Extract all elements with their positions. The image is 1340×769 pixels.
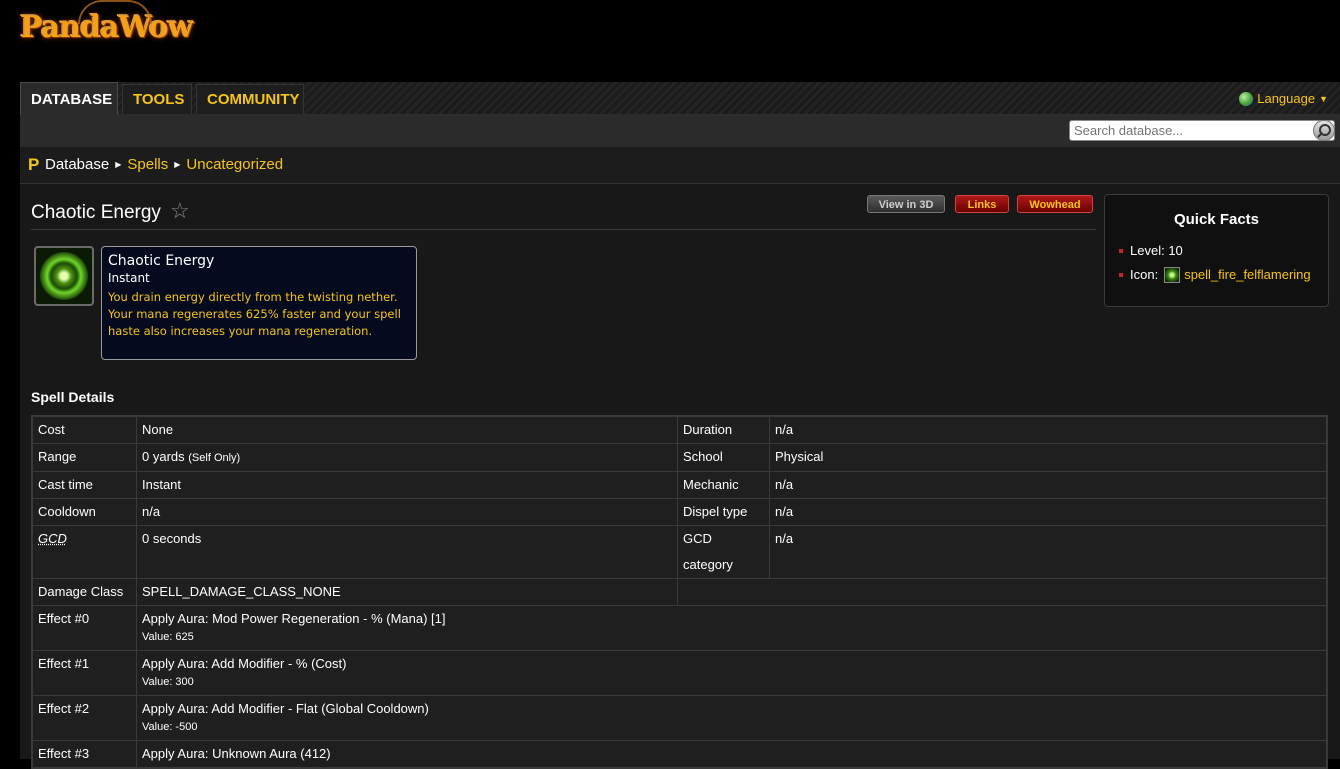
tab-database[interactable]: DATABASE	[20, 82, 118, 115]
pandawow-logo[interactable]: PandaWow	[20, 0, 193, 50]
spell-details-heading: Spell Details	[31, 389, 115, 405]
language-label: Language	[1257, 91, 1316, 106]
effect-3-label: Effect #3	[31, 740, 137, 769]
effect-row: Effect #1 Apply Aura: Add Modifier - % (…	[31, 650, 1328, 696]
links-button[interactable]: Links	[955, 195, 1009, 213]
effect-3-value: Apply Aura: Unknown Aura (412)	[136, 740, 1328, 769]
gcd-value: 0 seconds	[136, 525, 678, 579]
cast-time-value: Instant	[136, 471, 678, 499]
search-icon[interactable]	[1313, 120, 1335, 141]
breadcrumb-spells[interactable]: Spells	[127, 156, 168, 173]
duration-value: n/a	[769, 415, 1328, 444]
table-row: Cost None Duration n/a	[31, 415, 1328, 444]
tooltip-description: You drain energy directly from the twist…	[108, 290, 401, 338]
effect-2-label: Effect #2	[31, 695, 137, 741]
table-row: Cooldown n/a Dispel type n/a	[31, 498, 1328, 526]
spell-tooltip: Chaotic Energy Instant You drain energy …	[101, 246, 417, 360]
breadcrumb: P Database ▶ Spells ▶ Uncategorized	[20, 147, 1340, 184]
range-note: (Self Only)	[188, 452, 241, 464]
cost-label: Cost	[31, 415, 137, 444]
table-row: Range 0 yards (Self Only) School Physica…	[31, 443, 1328, 472]
gcd-category-value: n/a	[769, 525, 1328, 579]
effect-2-cell: Apply Aura: Add Modifier - Flat (Global …	[136, 695, 1328, 741]
table-row: GCD 0 seconds GCD category n/a	[31, 525, 1328, 579]
search-bar	[20, 115, 1340, 147]
cooldown-label: Cooldown	[31, 498, 137, 526]
effect-row: Effect #3 Apply Aura: Unknown Aura (412)	[31, 740, 1328, 769]
effect-1-cell: Apply Aura: Add Modifier - % (Cost) Valu…	[136, 650, 1328, 696]
damage-class-label: Damage Class	[31, 578, 137, 606]
language-menu[interactable]: Language ▼	[1239, 91, 1328, 106]
school-label: School	[677, 443, 770, 472]
gcd-label-cell: GCD	[31, 525, 137, 579]
breadcrumb-logo-icon: P	[28, 155, 40, 174]
mechanic-value: n/a	[769, 471, 1328, 499]
title-divider	[31, 229, 1096, 230]
icon-name-link[interactable]: spell_fire_felflamering	[1184, 267, 1310, 282]
table-row: Cast time Instant Mechanic n/a	[31, 471, 1328, 499]
effect-0-detail: Value: 625	[142, 631, 194, 643]
school-value: Physical	[769, 443, 1328, 472]
range-label: Range	[31, 443, 137, 472]
icon-label: Icon:	[1130, 267, 1159, 282]
quick-facts-title: Quick Facts	[1173, 211, 1260, 228]
breadcrumb-uncategorized[interactable]: Uncategorized	[186, 156, 283, 173]
range-cell: 0 yards (Self Only)	[136, 443, 678, 472]
effect-1-label: Effect #1	[31, 650, 137, 696]
page-title: Chaotic Energy	[31, 202, 161, 223]
range-value: 0 yards	[142, 449, 185, 464]
quick-facts-list: Level: 10 Icon: spell_fire_felflamering	[1119, 242, 1311, 290]
chevron-down-icon: ▼	[1319, 94, 1328, 104]
logo-swirl	[78, 0, 152, 24]
quick-fact-level: Level: 10	[1119, 242, 1311, 266]
effect-row: Effect #0 Apply Aura: Mod Power Regenera…	[31, 605, 1328, 651]
effect-1-value: Apply Aura: Add Modifier - % (Cost)	[142, 656, 347, 671]
duration-label: Duration	[677, 415, 770, 444]
view-in-3d-button[interactable]: View in 3D	[867, 195, 945, 213]
breadcrumb-arrow-icon: ▶	[174, 160, 181, 169]
tab-community[interactable]: COMMUNITY	[196, 84, 304, 114]
gcd-label[interactable]: GCD	[38, 531, 67, 546]
level-label: Level:	[1130, 243, 1165, 258]
effect-0-value: Apply Aura: Mod Power Regeneration - % (…	[142, 611, 446, 626]
effect-0-label: Effect #0	[31, 605, 137, 651]
quick-facts-panel: Quick Facts Level: 10 Icon: spell_fire_fe…	[1104, 194, 1329, 307]
search-box	[1069, 120, 1335, 141]
mechanic-label: Mechanic	[677, 471, 770, 499]
effect-2-detail: Value: -500	[142, 721, 198, 733]
damage-class-value: SPELL_DAMAGE_CLASS_NONE	[136, 578, 678, 606]
main-content: Chaotic Energy ☆ View in 3D Links Wowhea…	[20, 184, 1340, 769]
tab-tools[interactable]: TOOLS	[122, 84, 192, 114]
favorite-star-icon[interactable]: ☆	[170, 198, 190, 224]
effect-row: Effect #2 Apply Aura: Add Modifier - Fla…	[31, 695, 1328, 741]
cost-value: None	[136, 415, 678, 444]
tooltip-spell-name: Chaotic Energy	[108, 253, 215, 269]
cast-time-label: Cast time	[31, 471, 137, 499]
globe-icon	[1239, 92, 1254, 106]
gcd-category-label: GCD category	[677, 525, 770, 579]
spell-details-table: Cost None Duration n/a Range 0 yards (Se…	[31, 415, 1328, 769]
dispel-type-value: n/a	[769, 498, 1328, 526]
felflamering-icon	[1164, 267, 1181, 283]
tooltip-cast-time: Instant	[108, 271, 150, 285]
wowhead-button[interactable]: Wowhead	[1017, 195, 1093, 213]
table-row: Damage Class SPELL_DAMAGE_CLASS_NONE	[31, 578, 1328, 606]
level-value: 10	[1168, 243, 1183, 258]
effect-1-detail: Value: 300	[142, 676, 194, 688]
cooldown-value: n/a	[136, 498, 678, 526]
fel-flame-ring-icon	[40, 252, 88, 300]
effect-2-value: Apply Aura: Add Modifier - Flat (Global …	[142, 701, 429, 716]
breadcrumb-database[interactable]: Database	[45, 156, 109, 173]
spell-icon	[34, 246, 94, 306]
search-input[interactable]	[1070, 121, 1318, 140]
quick-fact-icon: Icon: spell_fire_felflamering	[1119, 266, 1311, 290]
effect-0-cell: Apply Aura: Mod Power Regeneration - % (…	[136, 605, 1328, 651]
dispel-type-label: Dispel type	[677, 498, 770, 526]
empty-cell	[677, 578, 1328, 606]
main-nav: DATABASE TOOLS COMMUNITY Language ▼	[20, 82, 1340, 115]
breadcrumb-arrow-icon: ▶	[115, 160, 122, 169]
